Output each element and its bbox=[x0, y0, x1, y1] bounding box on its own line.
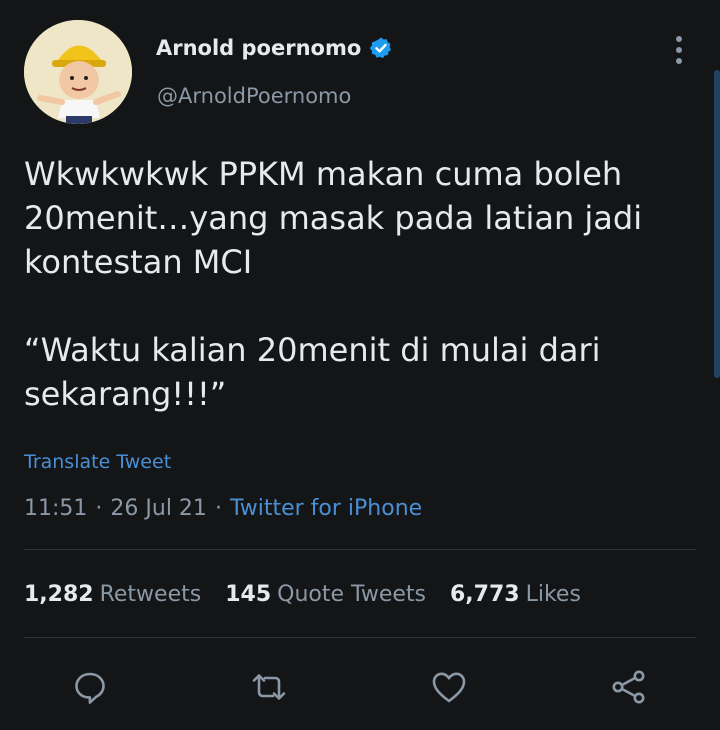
tweet-text: Wkwkwkwk PPKM makan cuma boleh 20menit…y… bbox=[24, 152, 674, 416]
share-icon[interactable] bbox=[606, 664, 652, 710]
tweet-paragraph: Wkwkwkwk PPKM makan cuma boleh 20menit…y… bbox=[24, 155, 643, 281]
likes-stat[interactable]: 6,773 Likes bbox=[450, 582, 581, 607]
divider bbox=[24, 637, 696, 638]
translate-tweet-link[interactable]: Translate Tweet bbox=[24, 451, 171, 473]
author-handle[interactable]: @ArnoldPoernomo bbox=[157, 84, 351, 108]
quote-tweets-label: Quote Tweets bbox=[277, 582, 426, 607]
separator: · bbox=[95, 496, 103, 521]
likes-label: Likes bbox=[525, 582, 581, 607]
retweets-stat[interactable]: 1,282 Retweets bbox=[24, 582, 201, 607]
tweet-date: 26 Jul 21 bbox=[110, 496, 207, 521]
author-name[interactable]: Arnold poernomo bbox=[156, 36, 361, 60]
scrollbar[interactable] bbox=[714, 70, 720, 378]
author-row: Arnold poernomo bbox=[156, 36, 393, 60]
tweet-time: 11:51 bbox=[24, 496, 88, 521]
retweets-count: 1,282 bbox=[24, 582, 94, 607]
tweet-paragraph: “Waktu kalian 20menit di mulai dari seka… bbox=[24, 331, 601, 413]
reply-icon[interactable] bbox=[67, 664, 113, 710]
tweet-source-link[interactable]: Twitter for iPhone bbox=[230, 496, 422, 521]
tweet-stats: 1,282 Retweets 145 Quote Tweets 6,773 Likes bbox=[24, 582, 581, 607]
separator: · bbox=[214, 496, 222, 521]
avatar[interactable] bbox=[24, 20, 132, 124]
tweet-actions bbox=[0, 664, 720, 710]
quote-tweets-stat[interactable]: 145 Quote Tweets bbox=[225, 582, 426, 607]
retweet-icon[interactable] bbox=[246, 664, 292, 710]
retweets-label: Retweets bbox=[99, 582, 202, 607]
avatar-image bbox=[24, 20, 132, 124]
more-options-icon[interactable] bbox=[668, 34, 690, 66]
quote-tweets-count: 145 bbox=[225, 582, 272, 607]
likes-count: 6,773 bbox=[449, 582, 520, 607]
verified-badge-icon bbox=[370, 37, 392, 59]
tweet-meta: 11:51 · 26 Jul 21 · Twitter for iPhone bbox=[24, 496, 422, 521]
like-icon[interactable] bbox=[426, 664, 472, 710]
divider bbox=[24, 549, 696, 550]
